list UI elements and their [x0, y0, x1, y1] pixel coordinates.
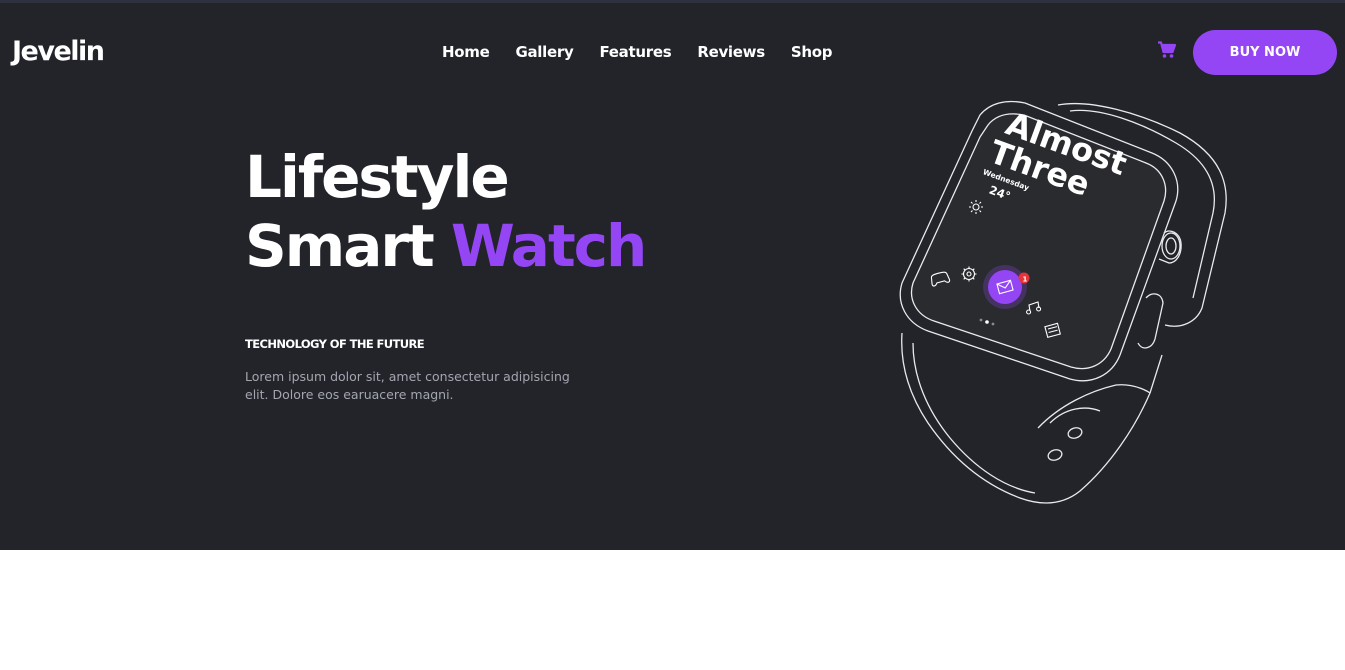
page-dot: [979, 318, 983, 322]
mail-app-button: [988, 270, 1022, 304]
nav-shop[interactable]: Shop: [791, 43, 833, 61]
smartwatch-illustration: Almost Three Wednesday 24° 1: [899, 100, 1227, 504]
hero-description: Lorem ipsum dolor sit, amet consectetur …: [245, 369, 570, 402]
page-dot-active: [985, 320, 989, 324]
site-logo[interactable]: Jevelin: [12, 36, 105, 67]
headline-line-1: Lifestyle: [245, 143, 510, 211]
nav-features[interactable]: Features: [599, 43, 671, 61]
hero-section: Jevelin Home Gallery Features Reviews Sh…: [0, 0, 1345, 550]
headline-accent: Watch: [450, 212, 647, 280]
nav-reviews[interactable]: Reviews: [697, 43, 765, 61]
nav-home[interactable]: Home: [442, 43, 490, 61]
headline-line-2: Smart: [245, 212, 435, 280]
buy-now-button[interactable]: BUY NOW: [1193, 30, 1337, 75]
main-nav: Home Gallery Features Reviews Shop: [442, 43, 858, 61]
hero-tagline: TECHNOLOGY OF THE FUTURE: [245, 337, 425, 351]
shopping-cart-icon[interactable]: [1157, 41, 1177, 59]
hero-headline: Lifestyle Smart Watch: [245, 143, 647, 281]
page-dot: [991, 322, 995, 326]
nav-gallery[interactable]: Gallery: [515, 43, 573, 61]
notification-count: 1: [1023, 276, 1028, 284]
